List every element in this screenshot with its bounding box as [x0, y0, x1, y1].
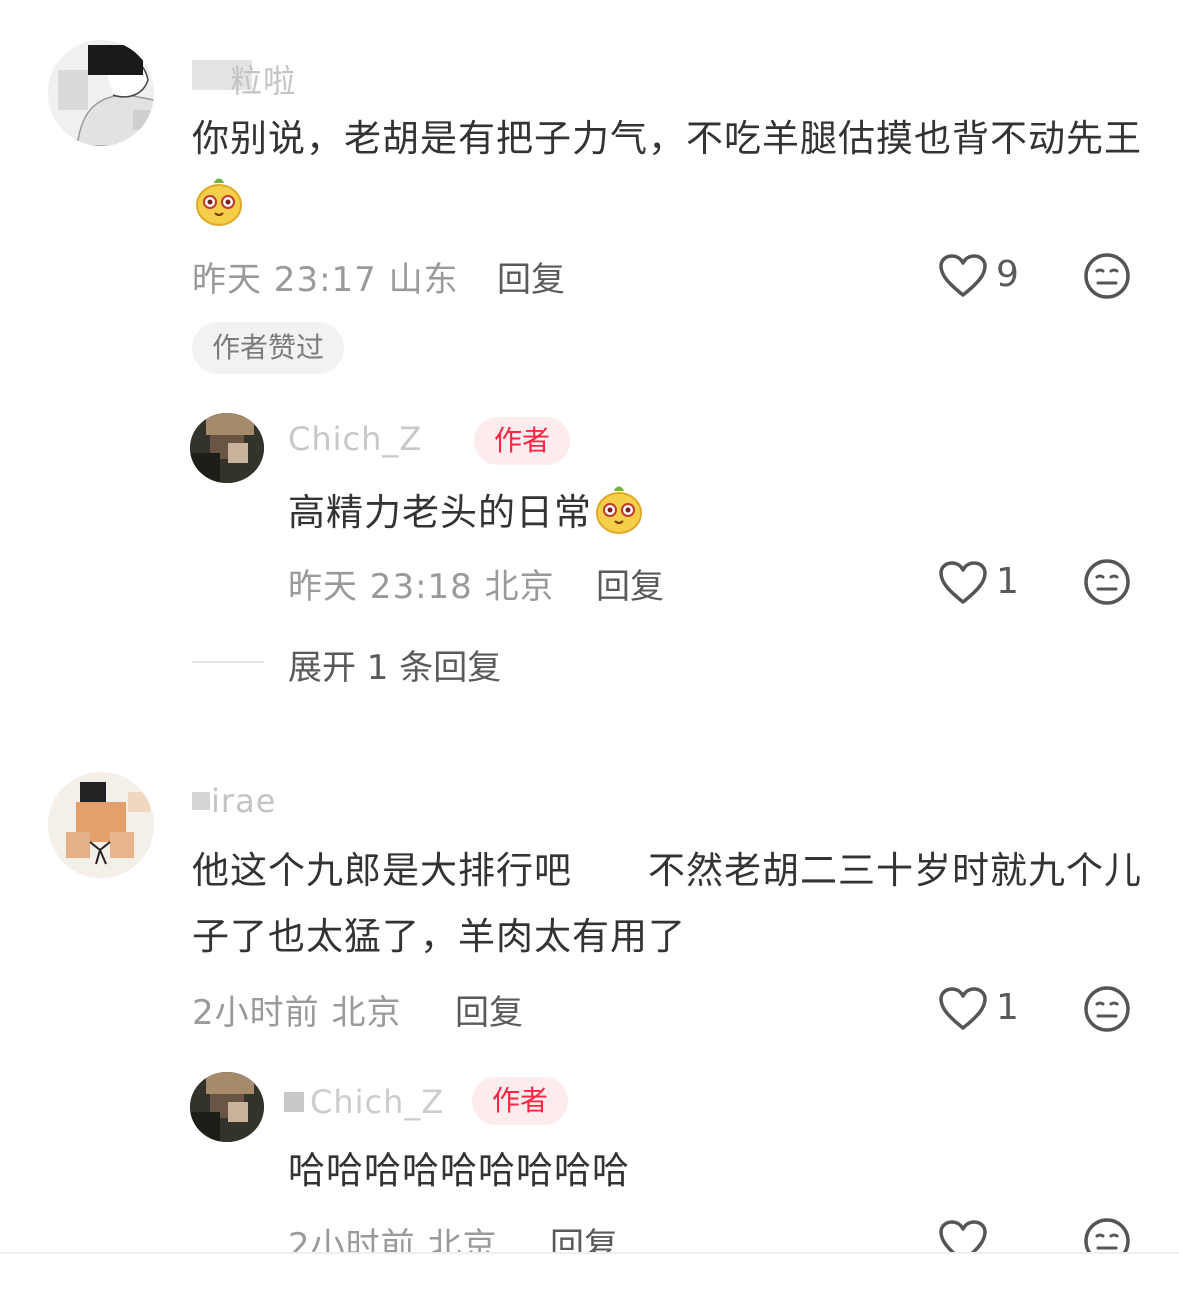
reply-avatar[interactable]: [190, 1072, 264, 1142]
bottom-bar: [0, 1254, 1179, 1289]
like-count: 1: [996, 987, 1019, 1028]
reply-button[interactable]: 回复: [455, 985, 523, 1034]
neutral-face-icon[interactable]: [1083, 1217, 1131, 1252]
comment-text: 他这个九郎是大排行吧 不然老胡二三十岁时就九个儿子了也太猛了，羊肉太有用了: [192, 849, 1142, 958]
reply-meta: 2小时前 北京: [288, 1218, 497, 1252]
avatar-image: [48, 772, 154, 878]
author-tag: 作者: [472, 1077, 569, 1125]
reply-time: 2小时前: [288, 1226, 416, 1252]
avatar-image: [190, 1072, 264, 1142]
comment-2: irae 他这个九郎是大排行吧 不然老胡二三十岁时就九个儿子了也太猛了，羊肉太有…: [0, 0, 1179, 1252]
heart-outline-icon[interactable]: [938, 986, 988, 1032]
reply-button[interactable]: 回复: [550, 1218, 618, 1252]
reply-location: 北京: [427, 1226, 498, 1252]
comment-meta: 2小时前 北京: [192, 985, 401, 1034]
username[interactable]: irae: [192, 782, 276, 820]
reply-text: 哈哈哈哈哈哈哈哈哈: [288, 1149, 630, 1192]
username-blur: [284, 1092, 304, 1112]
comment-location: 北京: [331, 993, 402, 1033]
heart-outline-icon[interactable]: [938, 1219, 988, 1252]
comment-time: 2小时前: [192, 993, 320, 1033]
avatar[interactable]: [48, 772, 154, 878]
reply-username[interactable]: Chich_Z: [310, 1083, 444, 1121]
neutral-face-icon[interactable]: [1083, 985, 1131, 1033]
